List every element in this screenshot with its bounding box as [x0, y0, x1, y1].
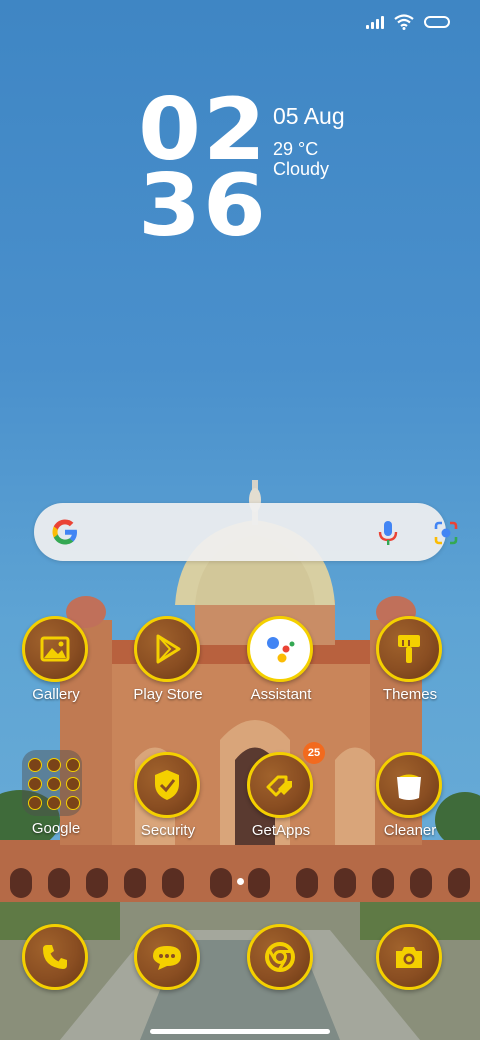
app-label-getapps: GetApps [251, 822, 311, 839]
messages-icon [134, 924, 200, 990]
mic-icon[interactable] [376, 519, 400, 547]
app-label-play-store: Play Store [133, 686, 203, 703]
app-label-google: Google [31, 820, 81, 837]
play-store-icon [134, 616, 200, 682]
cleaner-icon [376, 752, 442, 818]
phone-icon [22, 924, 88, 990]
google-g-icon [52, 519, 77, 545]
camera-icon [376, 924, 442, 990]
clock-widget[interactable]: 02 36 [138, 87, 268, 249]
notification-badge: 25 [303, 742, 325, 764]
lens-icon[interactable] [432, 519, 460, 547]
weather-temp: 29 °C [273, 139, 319, 159]
weather-condition: Cloudy [273, 159, 330, 179]
folder-icon [22, 750, 82, 816]
clock-minute: 36 [138, 156, 268, 256]
date-label[interactable]: 05 Aug [273, 103, 345, 130]
getapps-icon [247, 752, 313, 818]
weather-widget[interactable]: 29 °C Cloudy [273, 139, 329, 179]
gallery-icon [22, 616, 88, 682]
security-icon [134, 752, 200, 818]
signal-icon [366, 15, 384, 29]
app-label-assistant: Assistant [250, 686, 312, 703]
app-label-cleaner: Cleaner [383, 822, 437, 839]
chrome-icon [247, 924, 313, 990]
google-search-bar[interactable] [34, 503, 458, 561]
themes-icon [376, 616, 442, 682]
assistant-icon [247, 616, 313, 682]
app-label-security: Security [140, 822, 196, 839]
app-label-gallery: Gallery [32, 686, 80, 703]
page-indicator [0, 878, 480, 885]
battery-icon [424, 16, 450, 28]
wifi-icon [394, 14, 414, 30]
status-bar [366, 14, 450, 30]
home-indicator[interactable] [150, 1029, 330, 1034]
app-label-themes: Themes [382, 686, 438, 703]
